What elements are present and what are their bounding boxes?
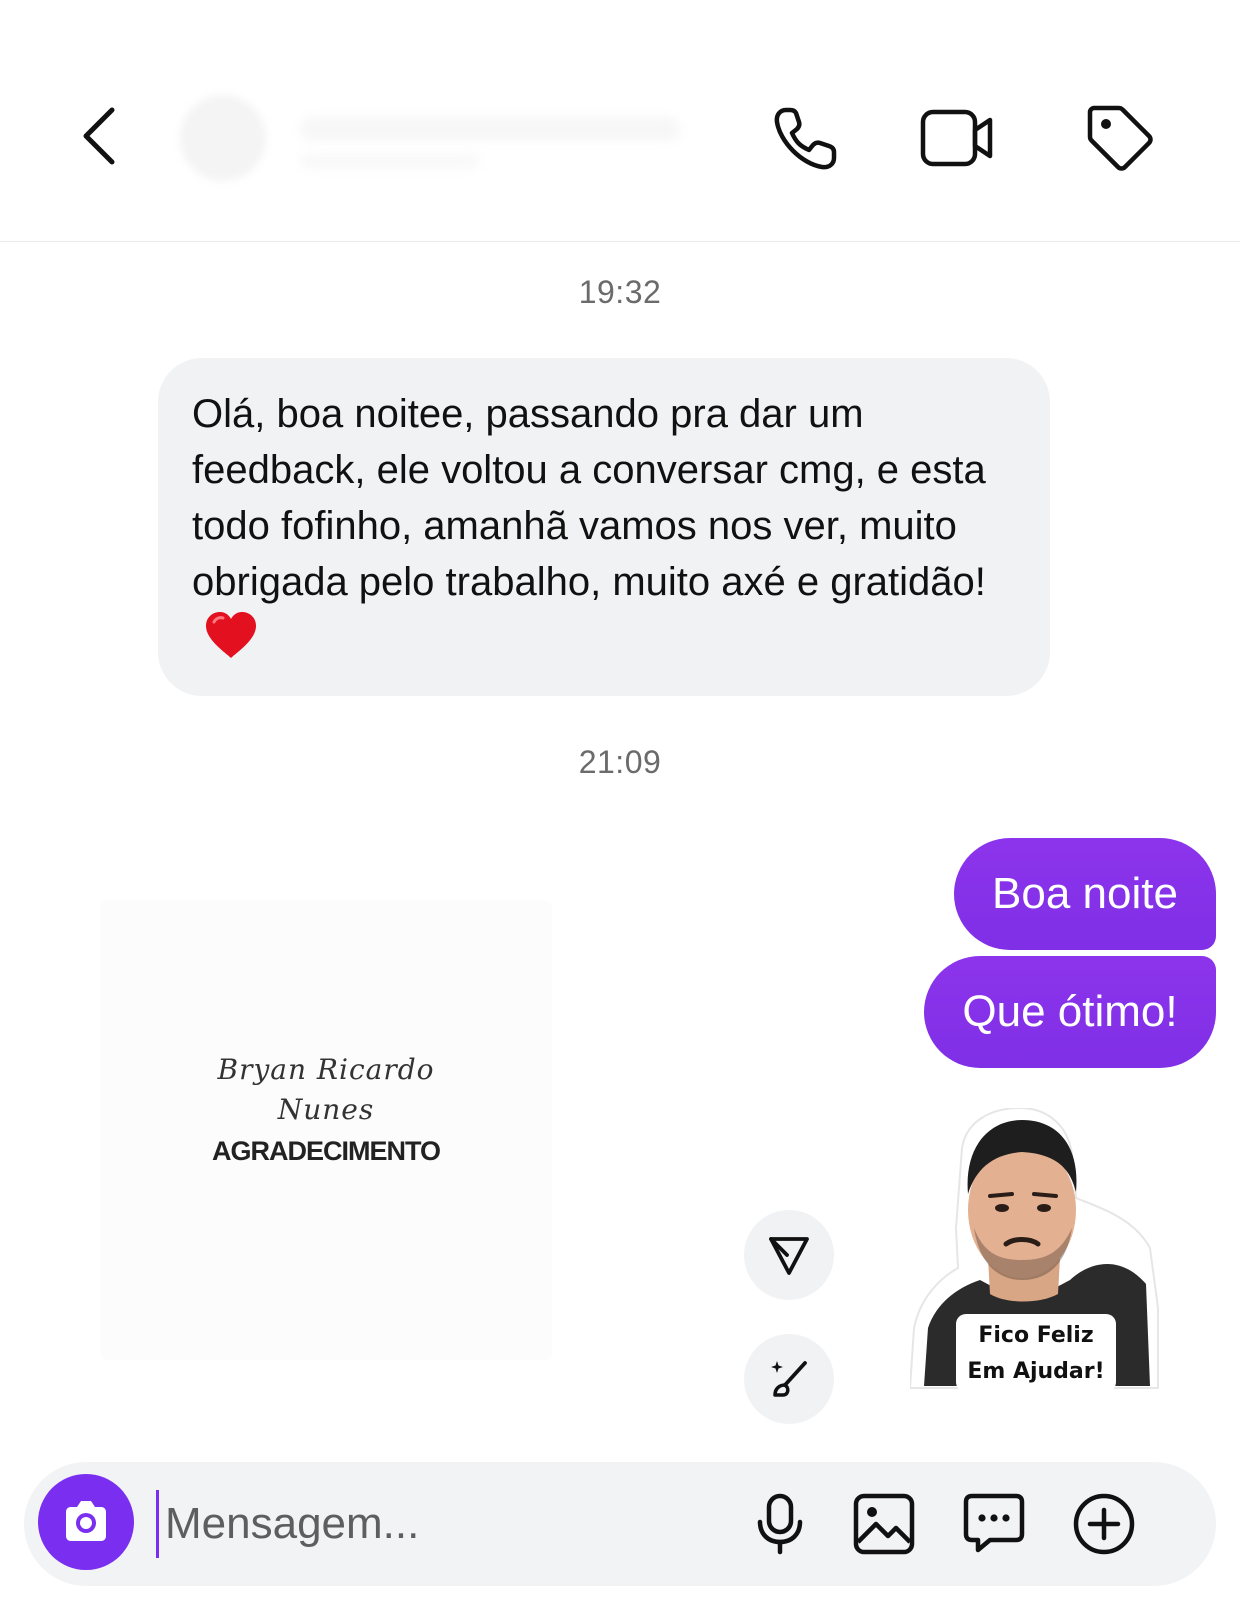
- contact-subtitle-redacted: [300, 153, 480, 169]
- video-camera-icon: [920, 109, 993, 167]
- share-button[interactable]: [744, 1210, 834, 1300]
- phone-icon: [774, 107, 837, 170]
- signature-line: Nunes: [277, 1093, 375, 1126]
- sticker-caption: Fico Feliz Em Ajudar!: [956, 1314, 1116, 1392]
- ai-edit-button[interactable]: [744, 1334, 834, 1424]
- camera-icon: [66, 1501, 106, 1541]
- outgoing-message-text: Que ótimo!: [962, 987, 1178, 1036]
- outgoing-message-bubble[interactable]: Que ótimo!: [924, 956, 1216, 1068]
- message-composer: [24, 1462, 1216, 1586]
- tag-button[interactable]: [1082, 100, 1158, 176]
- back-arrow-icon: [83, 107, 115, 165]
- contact-info-blurred[interactable]: [180, 95, 720, 185]
- call-button[interactable]: [768, 100, 844, 176]
- incoming-message-text: Olá, boa noitee, passando pra dar um fee…: [192, 392, 986, 604]
- contact-name-redacted: [300, 117, 680, 141]
- gallery-button[interactable]: [850, 1490, 918, 1558]
- message-input[interactable]: [156, 1490, 735, 1558]
- red-heart-emoji-icon: [206, 612, 256, 658]
- signature-line: Bryan Ricardo: [217, 1053, 435, 1086]
- outgoing-message-text: Boa noite: [992, 869, 1178, 918]
- magic-brush-icon: [771, 1361, 807, 1397]
- post-signature: Bryan Ricardo Nunes: [100, 1050, 552, 1130]
- plus-icon: [1073, 1493, 1135, 1555]
- shared-post-card[interactable]: Bryan Ricardo Nunes AGRADECIMENTO: [100, 900, 552, 1360]
- conversation-header: [0, 0, 1240, 242]
- camera-button[interactable]: [38, 1474, 134, 1570]
- sticker-chat-icon: [963, 1493, 1025, 1553]
- back-button[interactable]: [72, 100, 128, 172]
- tag-icon: [1087, 105, 1153, 171]
- outgoing-message-bubble[interactable]: Boa noite: [954, 838, 1216, 950]
- voice-message-button[interactable]: [746, 1490, 814, 1558]
- avatar: [180, 95, 266, 181]
- microphone-icon: [757, 1493, 803, 1555]
- sticker-caption-line: Fico Feliz: [978, 1323, 1094, 1348]
- send-arrow-icon: [769, 1237, 809, 1275]
- gallery-icon: [853, 1493, 915, 1555]
- sticker-image[interactable]: Fico Feliz Em Ajudar!: [908, 1106, 1160, 1398]
- incoming-message-bubble[interactable]: Olá, boa noitee, passando pra dar um fee…: [158, 358, 1050, 696]
- post-title: AGRADECIMENTO: [211, 1136, 441, 1166]
- message-timestamp: 19:32: [578, 274, 662, 310]
- video-call-button[interactable]: [918, 100, 998, 176]
- message-timestamp: 21:09: [578, 744, 662, 780]
- sticker-caption-line: Em Ajudar!: [967, 1359, 1105, 1384]
- sticker-button[interactable]: [960, 1490, 1028, 1558]
- add-button[interactable]: [1070, 1490, 1138, 1558]
